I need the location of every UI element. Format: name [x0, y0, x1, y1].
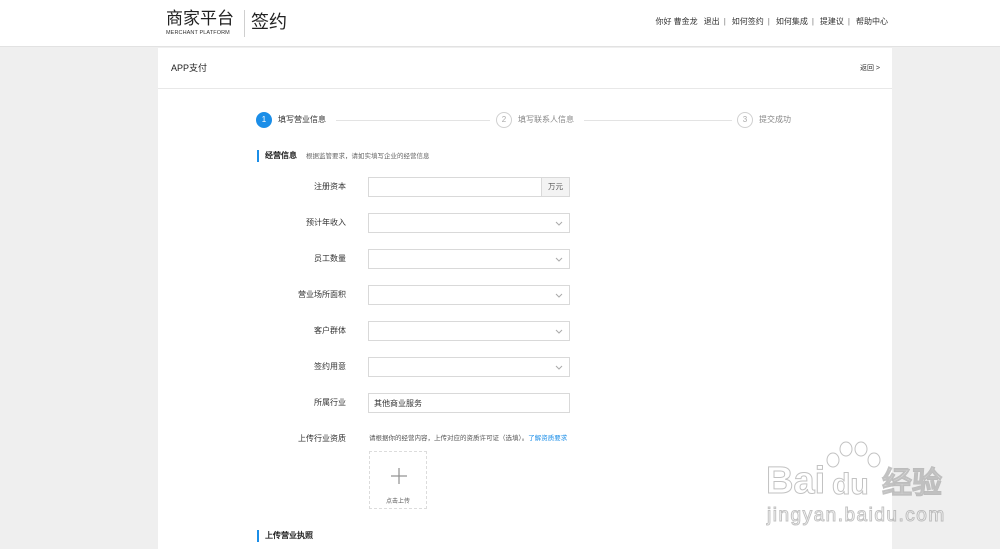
section-accent-bar — [257, 530, 259, 542]
registered-capital-label: 注册资本 — [314, 182, 346, 191]
step-label: 填写联系人信息 — [518, 115, 574, 124]
panel-divider — [158, 88, 892, 89]
product-title: 签约 — [251, 12, 287, 32]
logo-divider — [244, 10, 245, 37]
plus-icon — [391, 468, 407, 484]
employee-count-label: 员工数量 — [314, 254, 346, 263]
business-section-title: 经营信息 — [265, 151, 297, 160]
watermark-brand-cn: 经验 — [882, 467, 943, 501]
how-to-integrate-link[interactable]: 如何集成 — [776, 17, 808, 27]
customer-group-select[interactable] — [368, 321, 570, 341]
license-section-title: 上传营业执照 — [265, 531, 313, 540]
expected-revenue-select[interactable] — [368, 213, 570, 233]
signing-purpose-label: 签约用意 — [314, 362, 346, 371]
signing-purpose-select[interactable] — [368, 357, 570, 377]
chevron-down-icon — [555, 257, 563, 262]
watermark-url: jingyan.baidu.com — [767, 505, 946, 527]
expected-revenue-label: 预计年收入 — [306, 218, 346, 227]
form-row-customer-group: 客户群体 — [158, 321, 892, 341]
watermark-brand-right: du — [832, 468, 870, 502]
form-row-industry: 所属行业 — [158, 393, 892, 413]
step-connector — [336, 120, 490, 121]
nav-separator: | — [723, 17, 726, 26]
step-1: 1 填写营业信息 — [256, 112, 326, 128]
user-greeting: 你好 曹金龙 — [655, 17, 698, 26]
nav-separator: | — [847, 17, 850, 26]
how-to-sign-link[interactable]: 如何签约 — [732, 17, 764, 27]
platform-logo-title[interactable]: 商家平台 — [166, 9, 234, 29]
step-number-badge: 3 — [737, 112, 753, 128]
step-3: 3 提交成功 — [737, 112, 791, 128]
form-row-signing-purpose: 签约用意 — [158, 357, 892, 377]
form-row-registered-capital: 注册资本 万元 — [158, 177, 892, 197]
platform-logo-subtitle: MERCHANT PLATFORM — [166, 30, 230, 36]
qualification-hint: 请根据你的经营内容，上传对应的资质许可证（选填）。了解资质要求 — [369, 435, 567, 443]
top-nav: 你好 曹金龙 退出 | 如何签约 | 如何集成 | 提建议 | 帮助中心 — [655, 17, 888, 27]
employee-count-select[interactable] — [368, 249, 570, 269]
logout-link[interactable]: 退出 — [704, 17, 720, 27]
step-connector — [584, 120, 732, 121]
page-title: APP支付 — [171, 63, 208, 73]
form-row-expected-revenue: 预计年收入 — [158, 213, 892, 233]
top-header: 商家平台 MERCHANT PLATFORM 签约 你好 曹金龙 退出 | 如何… — [0, 0, 1000, 47]
industry-input[interactable] — [368, 393, 570, 413]
section-accent-bar — [257, 150, 259, 162]
step-2: 2 填写联系人信息 — [496, 112, 574, 128]
nav-separator: | — [811, 17, 814, 26]
nav-separator: | — [767, 17, 770, 26]
customer-group-label: 客户群体 — [314, 326, 346, 335]
business-section-hint: 根据监管要求，请如实填写企业的经营信息 — [306, 153, 430, 160]
registered-capital-input[interactable] — [368, 177, 542, 197]
chevron-down-icon — [555, 221, 563, 226]
step-label: 提交成功 — [759, 115, 791, 124]
form-row-premises-area: 营业场所面积 — [158, 285, 892, 305]
step-number-badge: 2 — [496, 112, 512, 128]
back-link[interactable]: 返回 > — [860, 64, 880, 73]
chevron-down-icon — [555, 365, 563, 370]
qualification-label: 上传行业资质 — [298, 434, 346, 443]
registered-capital-unit: 万元 — [542, 177, 570, 197]
help-center-link[interactable]: 帮助中心 — [856, 17, 888, 27]
step-label: 填写营业信息 — [278, 115, 326, 124]
qualification-hint-text: 请根据你的经营内容，上传对应的资质许可证（选填）。 — [369, 435, 529, 442]
premises-area-label: 营业场所面积 — [298, 290, 346, 299]
suggestion-link[interactable]: 提建议 — [820, 17, 844, 27]
upload-label: 点击上传 — [385, 499, 410, 505]
step-number-badge: 1 — [256, 112, 272, 128]
qualification-upload-button[interactable]: 点击上传 — [369, 451, 427, 509]
watermark-brand-left: Bai — [765, 460, 826, 503]
chevron-down-icon — [555, 293, 563, 298]
chevron-down-icon — [555, 329, 563, 334]
qualification-requirements-link[interactable]: 了解资质要求 — [528, 435, 567, 442]
premises-area-select[interactable] — [368, 285, 570, 305]
form-row-employee-count: 员工数量 — [158, 249, 892, 269]
industry-label: 所属行业 — [314, 398, 346, 407]
